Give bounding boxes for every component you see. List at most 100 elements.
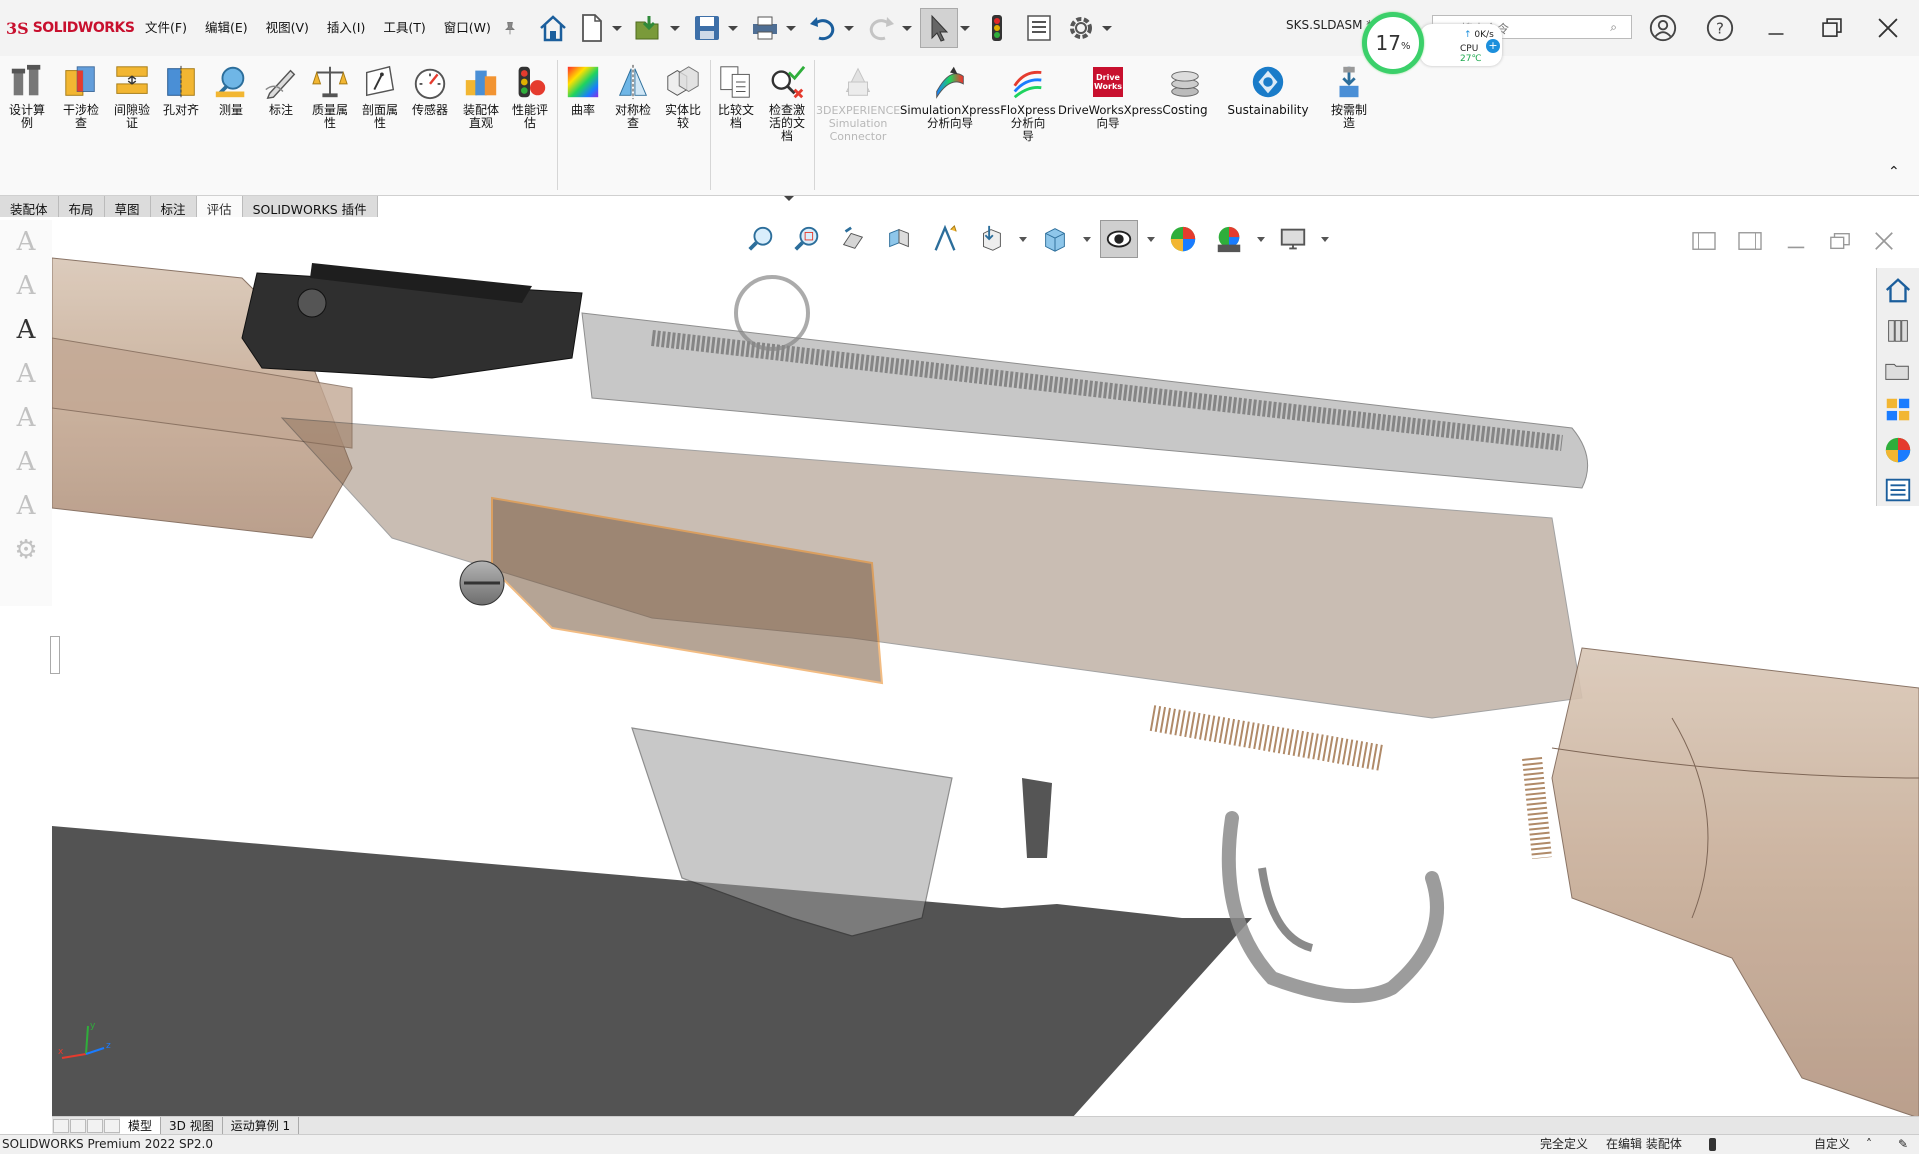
options-dropdown-icon[interactable] xyxy=(1100,8,1114,48)
units-up-arrow-icon[interactable]: ˄ xyxy=(1866,1135,1872,1154)
first-tab-button[interactable] xyxy=(53,1118,69,1133)
balloon-icon[interactable]: A xyxy=(4,352,48,396)
ribbon-manufacture-on-demand[interactable]: 按需制 造 xyxy=(1324,62,1374,130)
ribbon-more-icon[interactable] xyxy=(782,178,796,218)
tab-markup[interactable]: 标注 xyxy=(150,196,197,217)
view-settings-dropdown-icon[interactable] xyxy=(1320,237,1330,242)
solidworks-resources-icon[interactable] xyxy=(1879,272,1917,308)
collapse-ribbon-icon[interactable]: ⌃ xyxy=(1888,164,1900,180)
unit-system[interactable]: 自定义 xyxy=(1814,1135,1850,1154)
tile-left-icon[interactable] xyxy=(1688,228,1720,254)
tab-assembly[interactable]: 装配体 xyxy=(0,196,59,217)
restore-window-icon[interactable] xyxy=(1814,12,1850,44)
tab-layout[interactable]: 布局 xyxy=(58,196,105,217)
last-tab-button[interactable] xyxy=(104,1118,120,1133)
previous-tab-button[interactable] xyxy=(70,1118,86,1133)
help-icon[interactable]: ? xyxy=(1702,12,1738,44)
tab-3d-views[interactable]: 3D 视图 xyxy=(161,1116,223,1135)
ribbon-design-study[interactable]: 设计算 例 xyxy=(2,62,52,130)
menu-edit[interactable]: 编辑(E) xyxy=(196,0,257,56)
note-icon[interactable]: A xyxy=(4,264,48,308)
menu-insert[interactable]: 插入(I) xyxy=(318,0,374,56)
ribbon-simulationxpress[interactable]: SimulationXpress 分析向导 xyxy=(900,62,1000,130)
surface-finish-icon[interactable]: A xyxy=(4,440,48,484)
ribbon-symmetry-check[interactable]: 对称检 查 xyxy=(609,62,657,130)
save-icon[interactable] xyxy=(688,8,726,48)
view-settings-icon[interactable] xyxy=(1274,220,1312,258)
solidworks-logo[interactable]: 3S SOLIDWORKS xyxy=(6,19,136,38)
undo-icon[interactable] xyxy=(804,8,842,48)
dynamic-annotation-view-icon[interactable] xyxy=(926,220,964,258)
cpu-expand-button[interactable]: + xyxy=(1486,39,1500,53)
rebuild-status-icon[interactable] xyxy=(1709,1138,1716,1151)
stacked-balloon-icon[interactable]: A xyxy=(4,396,48,440)
rebuild-icon[interactable] xyxy=(978,8,1016,48)
file-properties-icon[interactable] xyxy=(1020,8,1058,48)
tab-evaluate[interactable]: 评估 xyxy=(196,196,243,217)
menu-tools[interactable]: 工具(T) xyxy=(374,0,434,56)
tab-sketch[interactable]: 草图 xyxy=(104,196,151,217)
view-orientation-dropdown-icon[interactable] xyxy=(1018,237,1028,242)
restore-document-icon[interactable] xyxy=(1824,228,1856,254)
smart-dimension-icon[interactable]: A xyxy=(4,220,48,264)
new-dropdown-icon[interactable] xyxy=(610,8,624,48)
file-explorer-icon[interactable] xyxy=(1879,352,1917,388)
print-dropdown-icon[interactable] xyxy=(784,8,798,48)
new-document-icon[interactable] xyxy=(572,8,610,48)
hide-show-items-icon[interactable] xyxy=(1100,220,1138,258)
ribbon-costing[interactable]: Costing xyxy=(1160,62,1210,117)
section-view-icon[interactable] xyxy=(880,220,918,258)
user-account-icon[interactable] xyxy=(1645,12,1681,44)
notifications-icon[interactable]: ✎ xyxy=(1898,1135,1908,1154)
open-document-icon[interactable] xyxy=(630,8,668,48)
pin-menu-icon[interactable] xyxy=(500,8,520,48)
ribbon-compare-documents[interactable]: 比较文 档 xyxy=(712,62,760,130)
ribbon-interference-check[interactable]: 干涉检 查 xyxy=(57,62,105,130)
options-gear-icon[interactable] xyxy=(1062,8,1100,48)
ribbon-clearance-verification[interactable]: 间隙验 证 xyxy=(108,62,156,130)
ribbon-sustainability[interactable]: Sustainability xyxy=(1226,62,1310,117)
select-icon[interactable] xyxy=(919,8,958,48)
minimize-window-icon[interactable] xyxy=(1758,12,1794,44)
edit-appearance-icon[interactable] xyxy=(1164,220,1202,258)
ribbon-mass-properties[interactable]: 质量属 性 xyxy=(306,62,354,130)
view-orientation-icon[interactable] xyxy=(972,220,1010,258)
feature-manager-flyout-handle[interactable] xyxy=(50,636,60,674)
menu-window[interactable]: 窗口(W) xyxy=(435,0,500,56)
tile-right-icon[interactable] xyxy=(1734,228,1766,254)
apply-scene-icon[interactable] xyxy=(1210,220,1248,258)
tab-solidworks-addins[interactable]: SOLIDWORKS 插件 xyxy=(242,196,378,217)
ribbon-curvature[interactable]: 曲率 xyxy=(560,62,606,117)
save-dropdown-icon[interactable] xyxy=(726,8,740,48)
minimize-document-icon[interactable] xyxy=(1780,228,1812,254)
ribbon-body-compare[interactable]: 实体比 较 xyxy=(659,62,707,130)
design-library-icon[interactable] xyxy=(1879,312,1917,348)
display-style-dropdown-icon[interactable] xyxy=(1082,237,1092,242)
search-icon[interactable]: ⌕ xyxy=(1610,20,1617,35)
appearances-scenes-icon[interactable] xyxy=(1879,432,1917,468)
display-style-icon[interactable] xyxy=(1036,220,1074,258)
ribbon-assembly-visualization[interactable]: 装配体 直观 xyxy=(456,62,506,130)
undo-dropdown-icon[interactable] xyxy=(842,8,856,48)
ribbon-markup[interactable]: 标注 xyxy=(258,62,304,117)
hide-show-dropdown-icon[interactable] xyxy=(1146,237,1156,242)
open-dropdown-icon[interactable] xyxy=(668,8,682,48)
menu-file[interactable]: 文件(F) xyxy=(136,0,196,56)
auto-balloon-icon[interactable]: A xyxy=(4,308,48,352)
ribbon-measure[interactable]: 测量 xyxy=(208,62,254,117)
print-icon[interactable] xyxy=(746,8,784,48)
view-palette-icon[interactable] xyxy=(1879,392,1917,428)
zoom-to-area-icon[interactable] xyxy=(788,220,826,258)
menu-view[interactable]: 视图(V) xyxy=(257,0,318,56)
next-tab-button[interactable] xyxy=(87,1118,103,1133)
close-window-icon[interactable] xyxy=(1870,12,1906,44)
ribbon-driveworksxpress[interactable]: Drive Works DriveWorksXpress 向导 xyxy=(1058,62,1162,130)
ribbon-performance-evaluation[interactable]: 性能评 估 xyxy=(506,62,554,130)
custom-properties-icon[interactable] xyxy=(1879,472,1917,508)
close-document-icon[interactable] xyxy=(1868,228,1900,254)
select-dropdown-icon[interactable] xyxy=(958,8,972,48)
graphics-area[interactable] xyxy=(52,218,1919,1118)
tab-model[interactable]: 模型 xyxy=(120,1116,162,1135)
home-icon[interactable] xyxy=(534,8,572,48)
apply-scene-dropdown-icon[interactable] xyxy=(1256,237,1266,242)
